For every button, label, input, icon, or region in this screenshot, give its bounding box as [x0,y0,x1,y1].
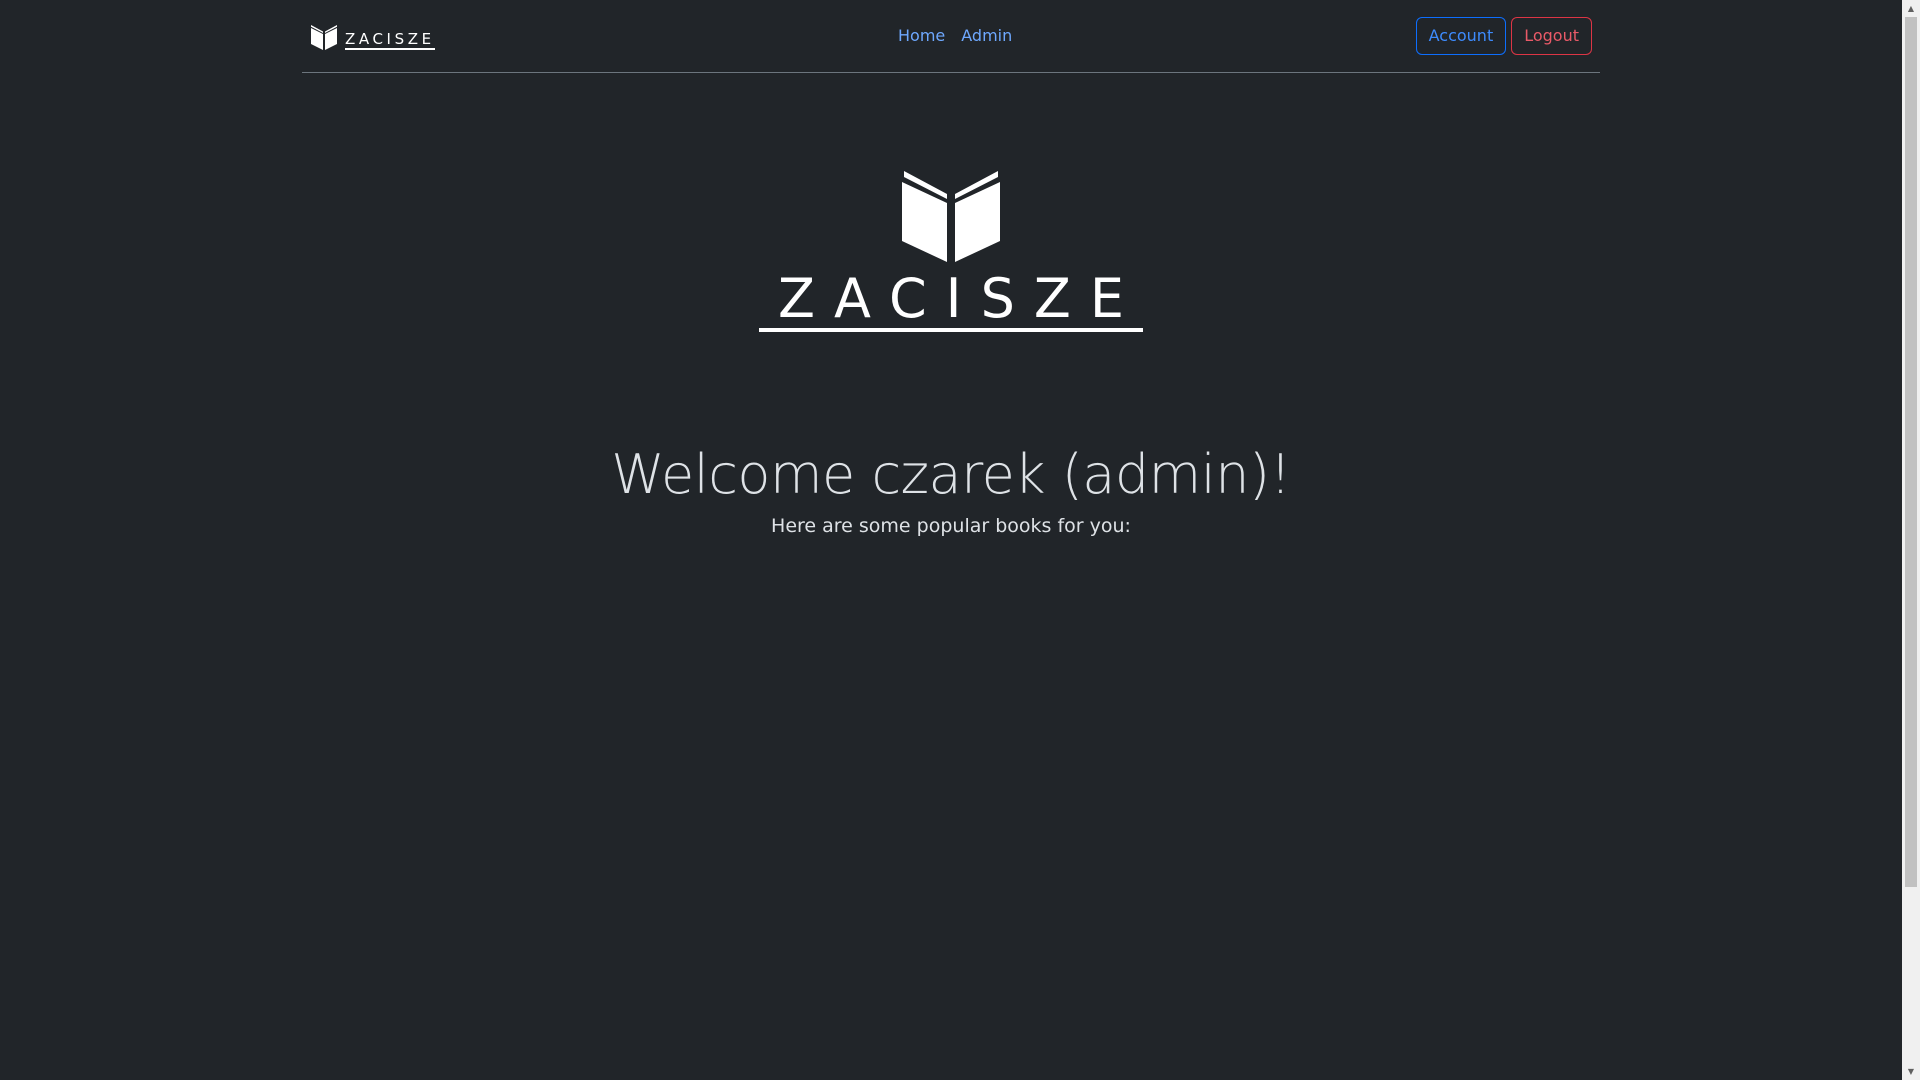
welcome-section: Welcome czarek (admin)! Here are some po… [0,440,1902,540]
scrollbar-thumb[interactable] [1905,17,1917,887]
hero-logo: ZACISZE [0,170,1902,332]
navbar: ZACISZE Home Admin Account Logout [302,0,1600,73]
account-button[interactable]: Account [1415,17,1507,55]
hero-logo-text: ZACISZE [758,270,1143,332]
scroll-down-arrow-icon[interactable]: ▼ [1902,1063,1920,1080]
open-book-icon [902,171,1000,262]
brand-logo-link[interactable]: ZACISZE [310,24,435,50]
open-book-icon [311,25,337,50]
scroll-up-arrow-icon[interactable]: ▲ [1902,0,1920,17]
nav-link-admin[interactable]: Admin [961,24,1012,48]
main-nav: Home Admin [898,24,1012,48]
vertical-scrollbar[interactable]: ▲ ▼ [1902,0,1920,1080]
brand-name: ZACISZE [345,30,435,50]
nav-link-home[interactable]: Home [898,24,945,48]
page-content: ZACISZE Home Admin Account Logout ZACISZ… [0,0,1902,1080]
welcome-subtitle: Here are some popular books for you: [771,515,1131,537]
nav-actions: Account Logout [1415,17,1592,55]
browser-viewport: ZACISZE Home Admin Account Logout ZACISZ… [0,0,1920,1080]
page-container: ZACISZE Home Admin Account Logout [302,0,1600,73]
welcome-heading: Welcome czarek (admin)! [611,443,1291,506]
logout-button[interactable]: Logout [1511,17,1592,55]
